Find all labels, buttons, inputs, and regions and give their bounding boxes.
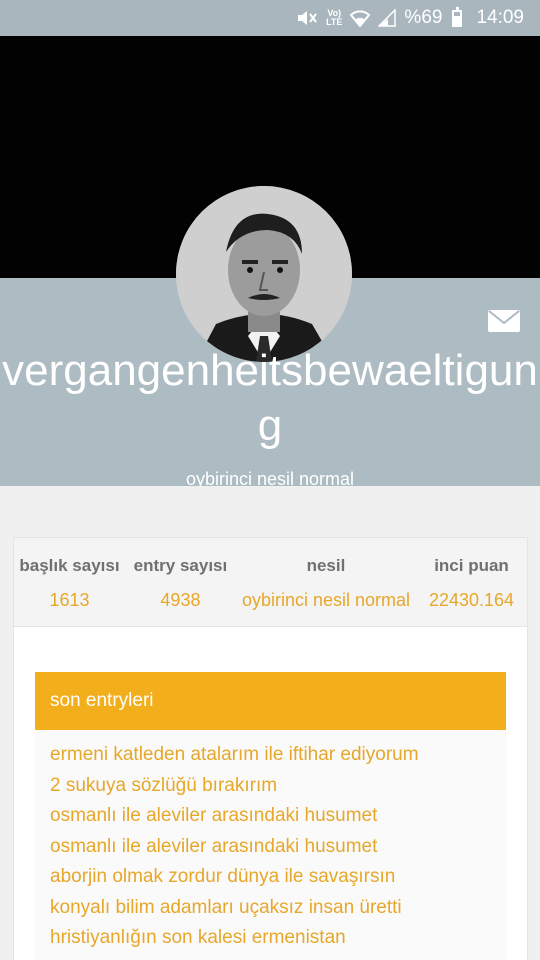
stat-value: oybirinci nesil normal [241,590,411,610]
volte-icon: Vo) LTE [326,9,342,27]
avatar-portrait [176,186,352,362]
volte-line2: LTE [326,17,343,27]
entry-link[interactable]: hristiyanlığın son kalesi ermenistan [50,923,506,954]
stat-label: başlık sayısı [19,556,120,575]
mute-icon [296,8,318,28]
battery-icon [452,6,463,27]
stat-label: nesil [306,556,346,575]
signal-icon [378,9,397,27]
battery-percent: %69 [404,7,443,28]
entry-link[interactable]: konyalı bilim adamları uçaksız insan üre… [50,893,506,924]
entry-link[interactable]: osmanlı ile aleviler arasındaki husumet [50,832,506,863]
stat-karma: inci puan 22430.164 [416,538,527,626]
entry-link[interactable]: 2 sukuya sözlüğü bırakırım [50,771,506,802]
stat-value: 22430.164 [428,590,515,610]
section-header: son entryleri [35,672,506,730]
status-bar: Vo) LTE %69 14:09 [0,0,540,36]
stat-generation: nesil oybirinci nesil normal [236,538,416,626]
stat-value: 4938 [160,590,201,610]
clock: 14:09 [476,7,524,28]
mail-icon[interactable] [488,310,520,332]
generation-subtitle: oybirinci nesil normal [185,469,355,486]
stat-topic-count: başlık sayısı 1613 [14,538,125,626]
username: vergangenheitsbewaeltigung [2,346,538,450]
stats-panel: başlık sayısı 1613 entry sayısı 4938 nes… [13,537,528,627]
stat-label: entry sayısı [133,556,228,575]
stat-value: 1613 [49,590,90,610]
stat-entry-count: entry sayısı 4938 [125,538,236,626]
avatar[interactable] [176,186,352,362]
entry-link[interactable]: ermeni katleden atalarım ile iftihar edi… [50,740,506,771]
entry-list: ermeni katleden atalarım ile iftihar edi… [35,730,506,960]
wifi-icon [350,9,371,27]
stat-label: inci puan [434,556,509,575]
recent-entries-card: son entryleri ermeni katleden atalarım i… [13,627,528,960]
entry-link[interactable]: aborjin olmak zordur dünya ile savaşırsı… [50,862,506,893]
entry-link[interactable]: osmanlı ile aleviler arasındaki husumet [50,801,506,832]
